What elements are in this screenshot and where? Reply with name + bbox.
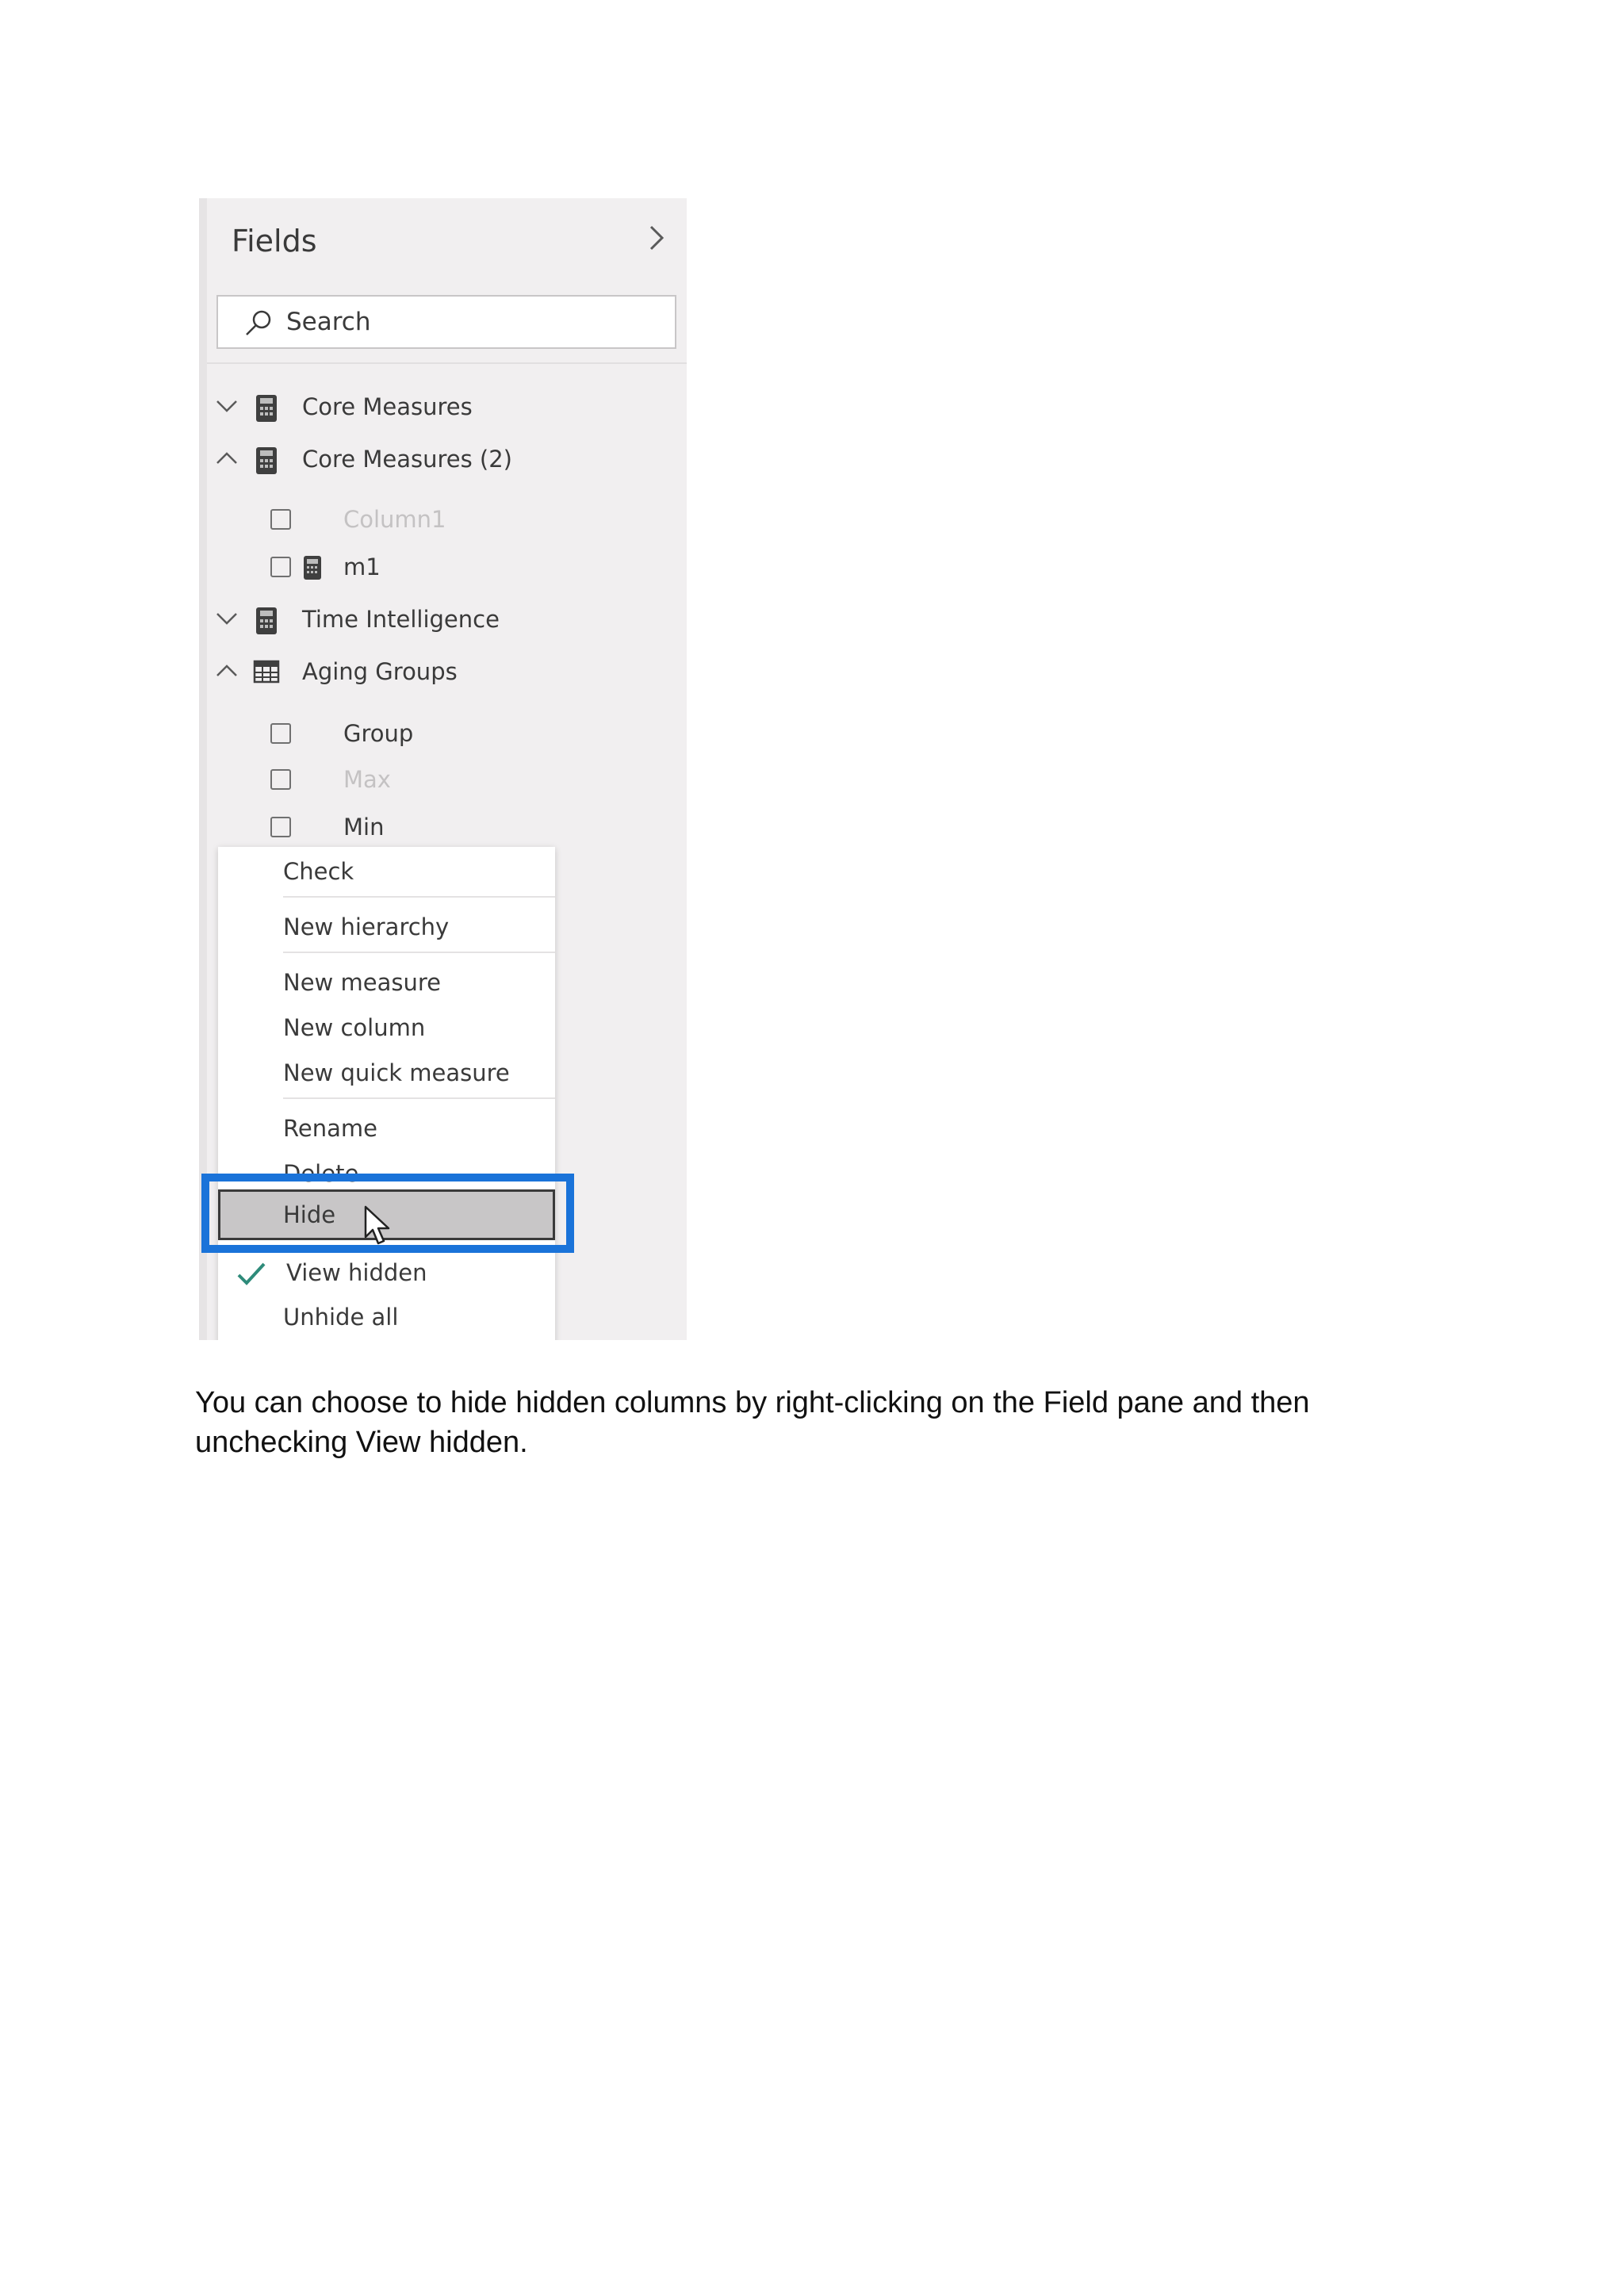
menu-item-label: Hide [283,1201,336,1228]
menu-item-label: Check [283,858,354,885]
field-row-min[interactable]: Min [199,807,687,848]
search-box[interactable] [216,295,676,349]
menu-item-delete[interactable]: Delete [218,1154,555,1193]
table-row-core-measures[interactable]: Core Measures [199,385,687,430]
table-label: Time Intelligence [302,606,500,633]
field-checkbox[interactable] [270,769,291,790]
menu-separator [283,952,555,953]
table-icon [253,660,280,684]
field-label: Max [343,766,391,793]
chevron-up-icon[interactable] [215,661,239,680]
menu-item-label: New column [283,1014,426,1041]
field-row-m1[interactable]: m1 [199,547,687,588]
search-input[interactable] [286,304,659,339]
field-checkbox[interactable] [270,723,291,744]
table-label: Aging Groups [302,658,458,685]
calculator-icon [256,607,277,634]
context-menu: Check New hierarchy New measure New colu… [218,847,555,1340]
fields-pane-screenshot: Fields Core Measures Core Measures (2) [199,198,687,1340]
calculator-icon [304,556,321,580]
menu-separator [283,1097,555,1099]
menu-item-hide[interactable]: Hide [218,1189,555,1240]
menu-item-rename[interactable]: Rename [218,1109,555,1148]
menu-item-new-hierarchy[interactable]: New hierarchy [218,907,555,947]
calculator-icon [256,447,277,474]
field-checkbox[interactable] [270,509,291,530]
table-row-core-measures-2[interactable]: Core Measures (2) [199,438,687,482]
menu-separator [283,896,555,898]
caption-text: You can choose to hide hidden columns by… [195,1386,1310,1459]
table-row-time-intelligence[interactable]: Time Intelligence [199,598,687,642]
divider [207,362,687,364]
menu-item-new-measure[interactable]: New measure [218,963,555,1002]
field-label: Group [343,720,414,747]
chevron-right-icon[interactable] [643,222,668,254]
field-row-group[interactable]: Group [199,714,687,755]
menu-item-label: New measure [283,969,441,996]
field-label: m1 [343,553,381,580]
menu-item-check[interactable]: Check [218,852,555,891]
calculator-icon [256,395,277,422]
field-row-column1[interactable]: Column1 [199,500,687,541]
menu-item-label: Delete [283,1160,359,1187]
field-checkbox[interactable] [270,557,291,577]
field-checkbox[interactable] [270,817,291,837]
table-row-aging-groups[interactable]: Aging Groups [199,650,687,695]
menu-item-label: View hidden [286,1259,427,1286]
chevron-up-icon[interactable] [215,449,239,468]
checkmark-icon [237,1262,266,1285]
menu-item-label: Rename [283,1115,377,1142]
field-row-max[interactable]: Max [199,760,687,801]
search-icon [246,310,271,335]
menu-item-new-column[interactable]: New column [218,1008,555,1047]
menu-item-unhide-all[interactable]: Unhide all [218,1297,555,1337]
menu-item-label: New quick measure [283,1059,510,1086]
table-label: Core Measures [302,393,473,420]
chevron-down-icon[interactable] [215,609,239,628]
table-label: Core Measures (2) [302,446,512,473]
chevron-down-icon[interactable] [215,396,239,416]
menu-item-new-quick-measure[interactable]: New quick measure [218,1053,555,1093]
pane-title: Fields [232,224,317,259]
menu-item-label: Unhide all [283,1304,399,1331]
field-label: Min [343,814,385,841]
menu-item-label: New hierarchy [283,913,450,940]
menu-item-view-hidden[interactable]: View hidden [218,1253,555,1293]
field-label: Column1 [343,506,446,533]
